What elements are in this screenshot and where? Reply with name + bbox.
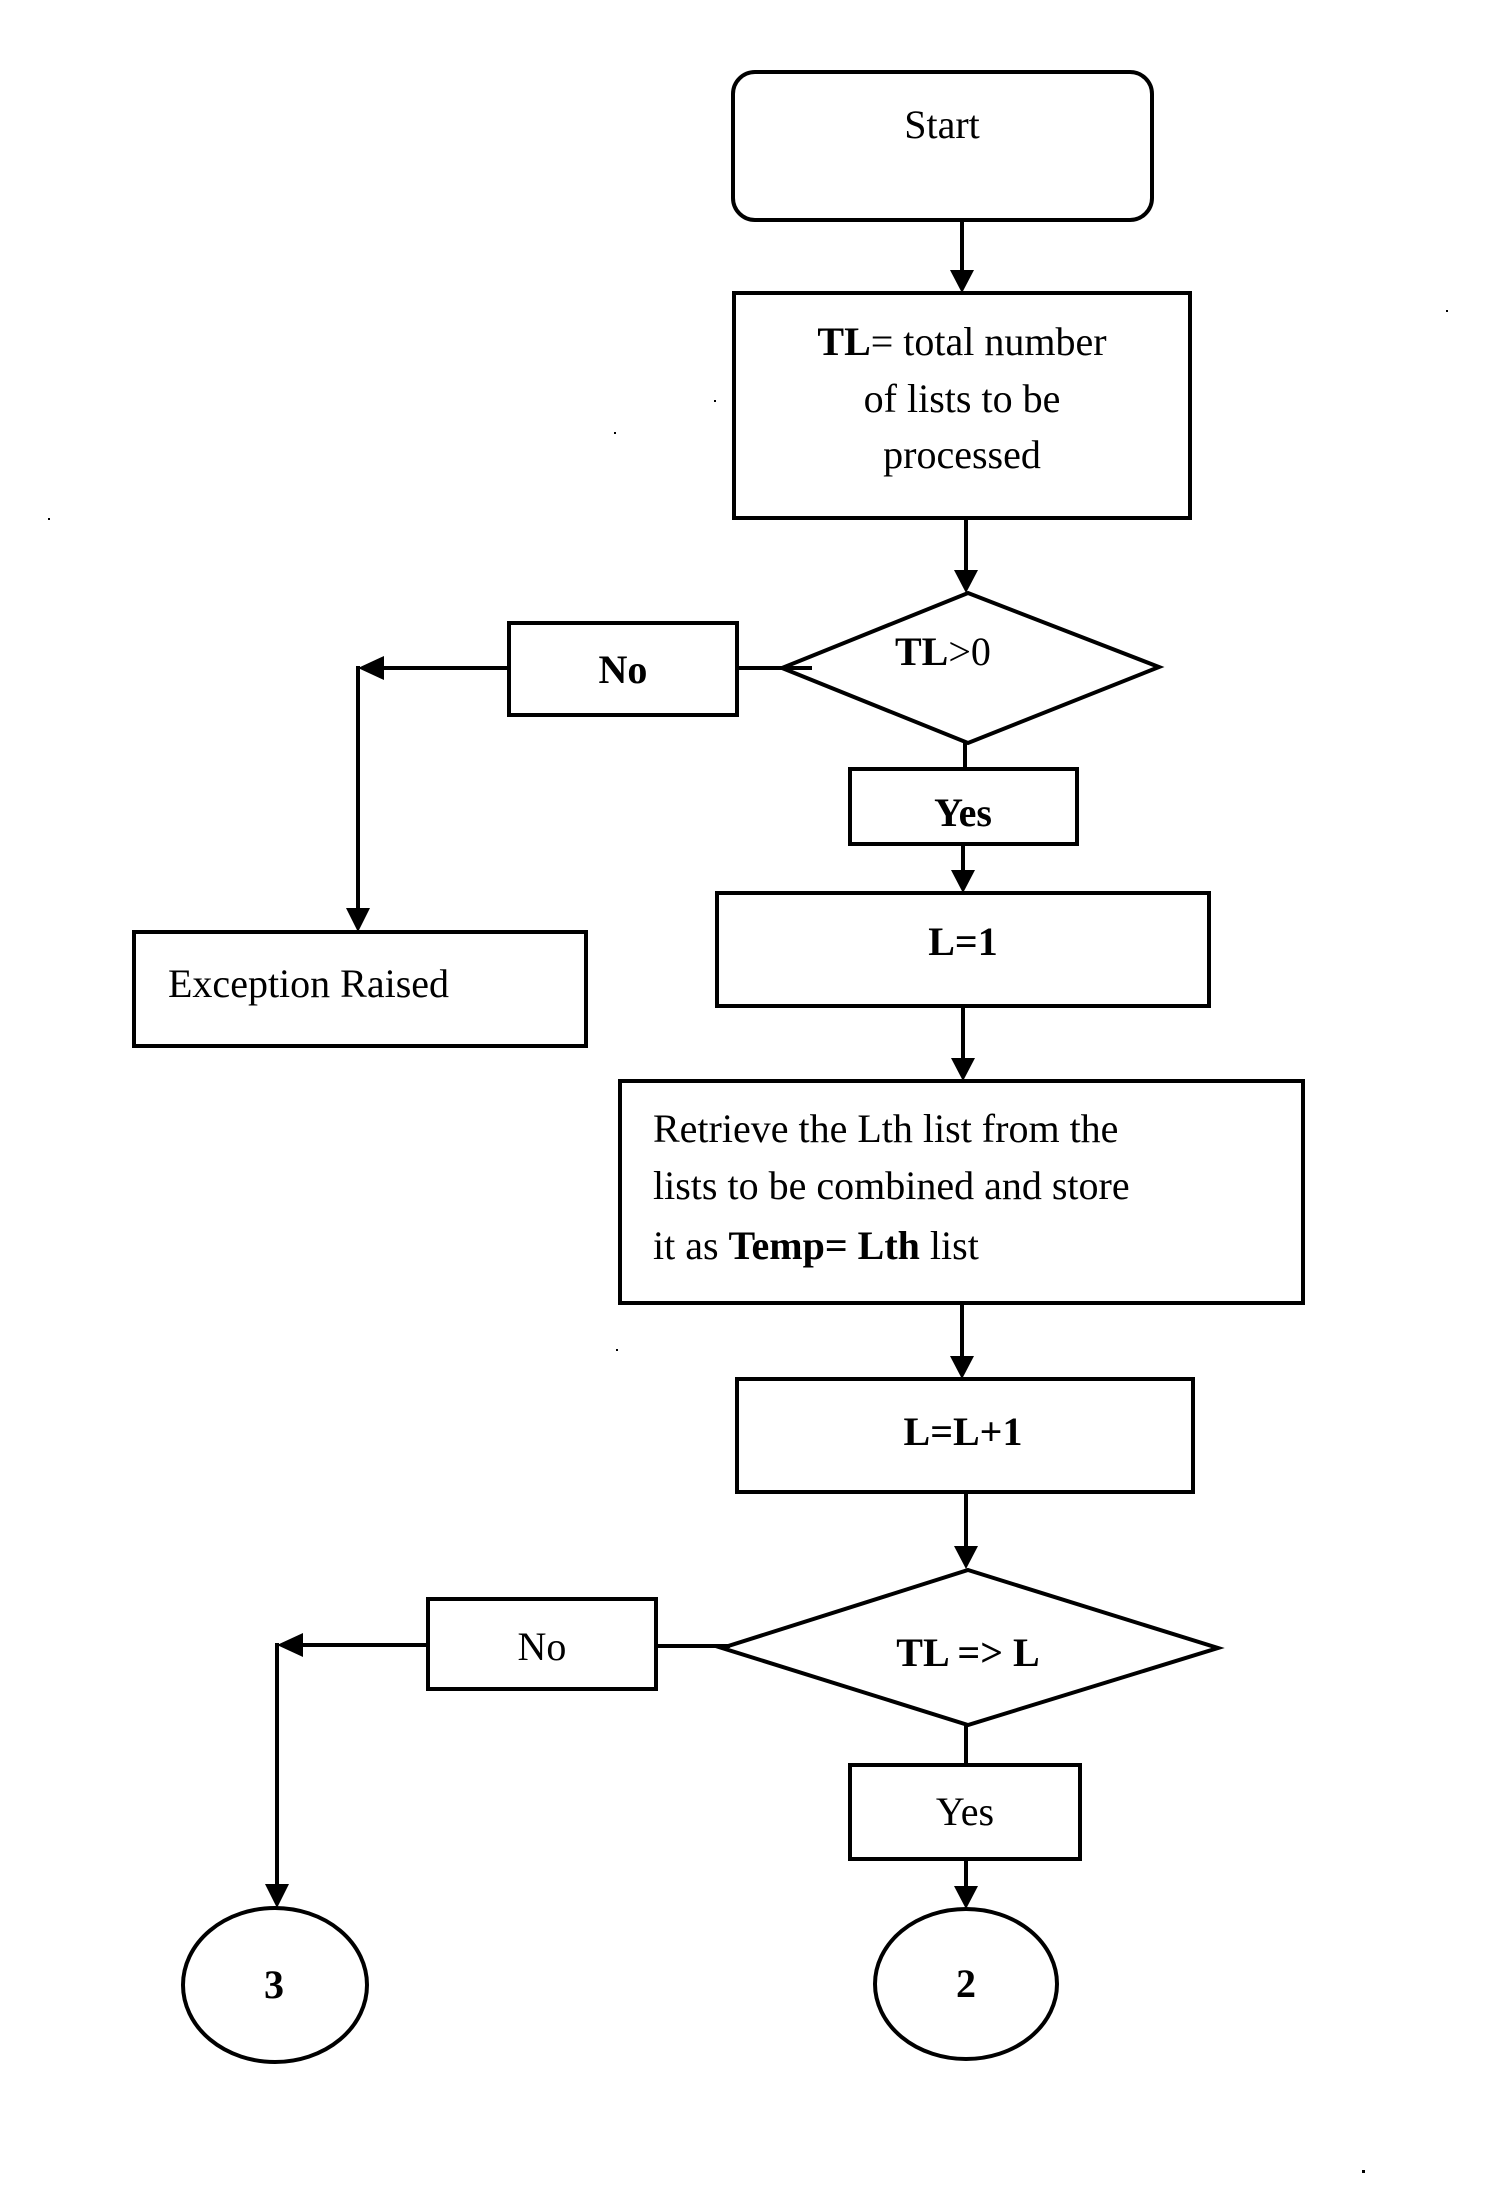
increment-label: L=L+1 [904,1409,1023,1454]
scan-speck [48,518,50,520]
edge-no-1-to-exception [346,656,509,932]
start-label: Start [904,102,980,147]
check-tl-cond: >0 [948,629,991,674]
check-tl-node: TL>0 [776,590,1165,746]
init-tl-rest: = total number [871,319,1107,364]
scan-speck [714,400,716,402]
init-l-node: L=1 [715,891,1211,1008]
arrowhead-down-icon [954,570,978,593]
yes-1-label: Yes [934,790,992,835]
retrieve-line-3-post: list [920,1223,979,1268]
retrieve-line-2: lists to be combined and store [653,1163,1130,1208]
no-1-label: No [599,647,648,692]
edge-init-l-to-retrieve [951,1006,975,1081]
init-tl-line-2: of lists to be [864,376,1061,421]
connector-3: 3 [181,1906,369,2064]
retrieve-node: Retrieve the Lth list from the lists to … [618,1079,1305,1305]
scan-speck [1446,310,1448,312]
arrowhead-down-icon [346,908,370,932]
no-2-label-box: No [426,1597,658,1691]
init-tl-node: TL= total number of lists to be processe… [732,291,1192,520]
arrowhead-down-icon [265,1884,289,1908]
connector-2-label: 2 [956,1961,976,2006]
scan-speck [1362,2170,1365,2173]
init-l-label: L=1 [928,919,997,964]
retrieve-line-3-bold: Temp= Lth [729,1223,920,1268]
edge-retrieve-to-increment [950,1303,974,1379]
init-tl-line-3: processed [883,432,1041,477]
check-tl-label: TL>0 [895,629,991,674]
connector-2: 2 [873,1907,1059,2061]
init-tl-line-1: TL= total number [817,319,1106,364]
check-l-node: TL => L [715,1567,1225,1728]
scan-speck [616,1349,618,1351]
yes-2-label-box: Yes [848,1763,1082,1861]
arrowhead-down-icon [950,270,974,293]
no-1-label-box: No [507,621,739,717]
arrowhead-down-icon [950,1356,974,1379]
edge-increment-to-check-l [954,1492,978,1569]
retrieve-line-1: Retrieve the Lth list from the [653,1106,1118,1151]
exception-label: Exception Raised [168,961,449,1006]
connector-3-label: 3 [264,1962,284,2007]
init-tl-var: TL [817,319,870,364]
arrowhead-down-icon [951,870,975,893]
yes-1-label-box: Yes [848,767,1079,846]
arrowhead-down-icon [954,1886,978,1909]
increment-node: L=L+1 [735,1377,1195,1494]
arrowhead-down-icon [954,1546,978,1569]
arrowhead-down-icon [951,1058,975,1081]
edge-yes-2-to-connector-2 [954,1859,978,1909]
no-2-label: No [518,1624,567,1669]
edge-init-tl-to-check-tl [954,518,978,593]
edge-no-2-to-connector-3 [265,1633,428,1908]
flowchart: Start TL= total number of lists to be pr… [48,70,1448,2173]
retrieve-line-3-pre: it as [653,1223,729,1268]
exception-node: Exception Raised [132,930,588,1048]
arrowhead-left-icon [358,656,384,680]
retrieve-line-3: it as Temp= Lth list [653,1223,979,1268]
start-node: Start [731,70,1154,222]
arrowhead-left-icon [277,1633,303,1657]
edge-start-to-init-tl [950,220,974,293]
edge-yes-1-to-init-l [951,844,975,893]
check-tl-var: TL [895,629,948,674]
scan-speck [614,432,616,434]
check-l-label: TL => L [896,1630,1039,1675]
yes-2-label: Yes [936,1789,994,1834]
